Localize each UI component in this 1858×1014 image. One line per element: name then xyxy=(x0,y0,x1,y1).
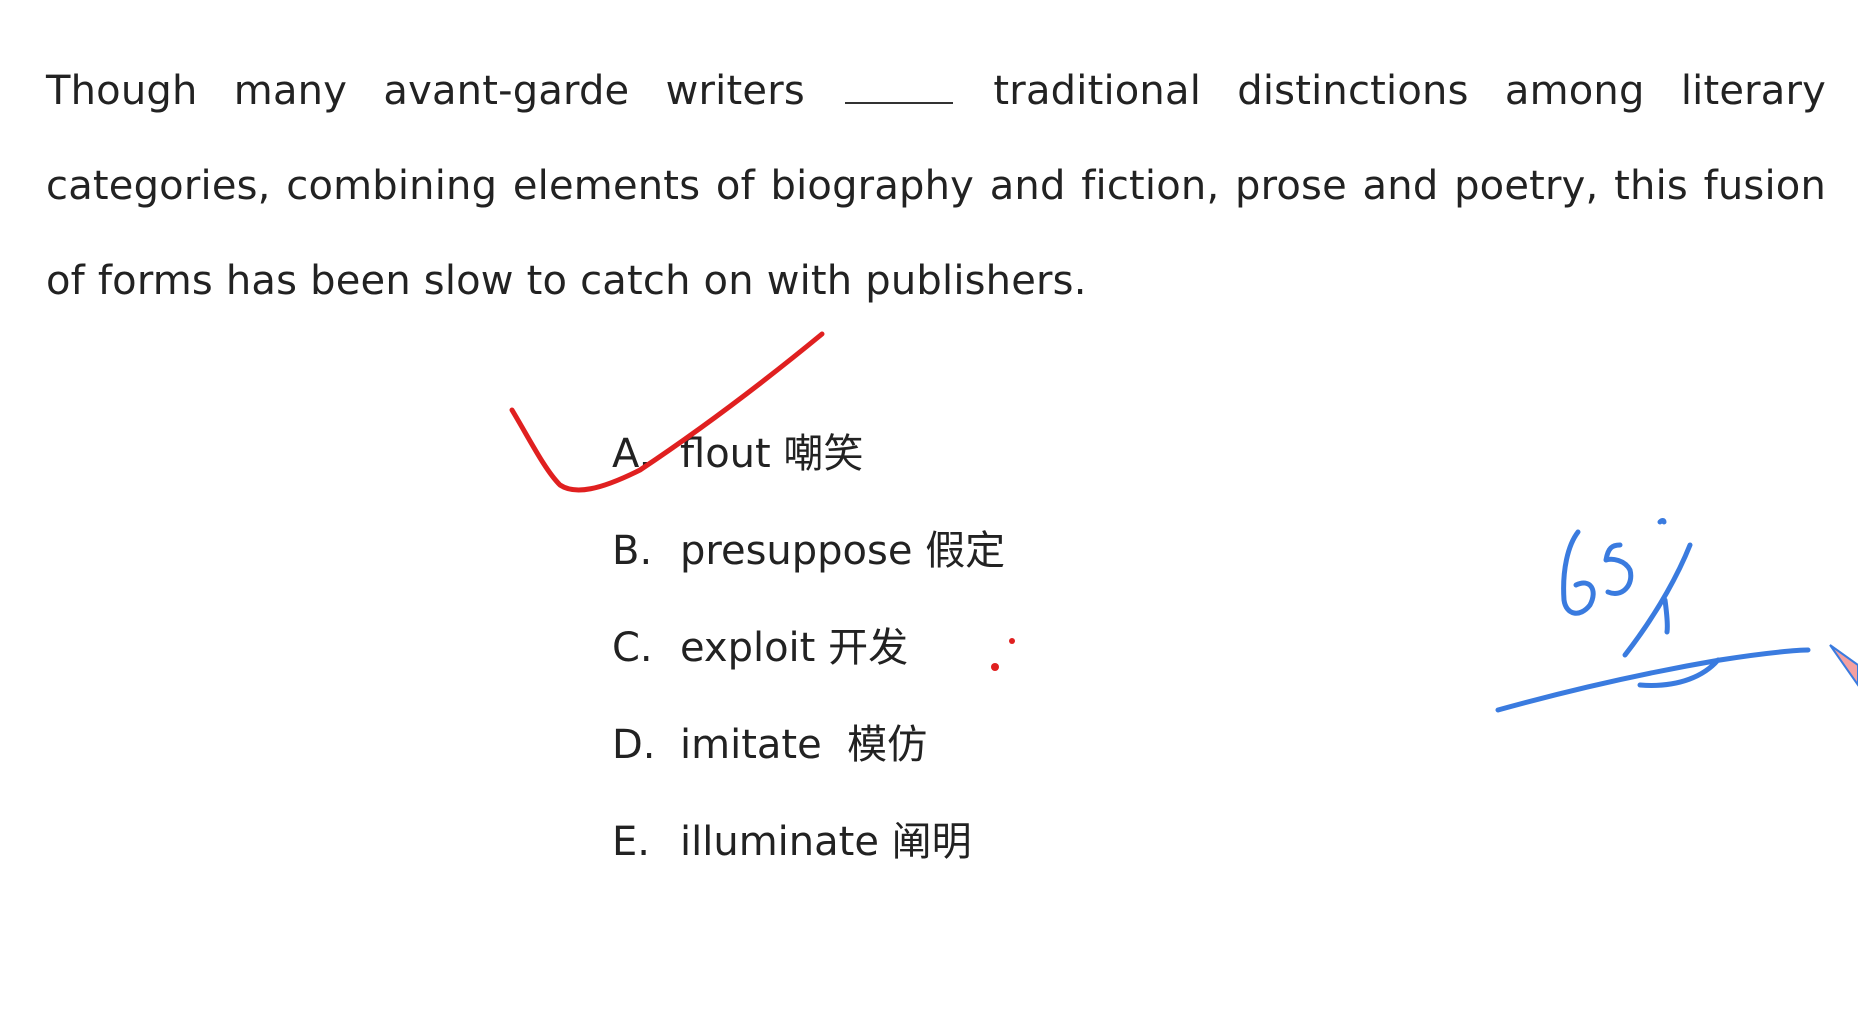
answer-blank xyxy=(845,92,954,104)
option-letter: B. xyxy=(612,528,653,574)
sentence-before-blank: Though many avant-garde writers xyxy=(46,68,805,114)
option-letter: A. xyxy=(612,431,652,477)
option-word: presuppose xyxy=(680,528,913,574)
handwritten-note: 65% xyxy=(1495,518,1811,713)
option-letter: D. xyxy=(612,722,656,768)
option-letter: C. xyxy=(612,625,653,671)
option-translation: 模仿 xyxy=(847,722,928,768)
option-translation: 嘲笑 xyxy=(783,431,864,477)
option-b[interactable]: B. presuppose 假定 xyxy=(612,517,1005,614)
option-word: flout xyxy=(680,431,771,477)
option-word: exploit xyxy=(680,625,816,671)
option-word: illuminate xyxy=(680,819,879,865)
option-d[interactable]: D. imitate 模仿 xyxy=(612,711,1005,808)
question-passage: Though many avant-garde writers traditio… xyxy=(46,44,1826,329)
red-dot xyxy=(1009,638,1015,644)
question-page: Though many avant-garde writers traditio… xyxy=(0,0,1858,1014)
option-c[interactable]: C. exploit 开发 xyxy=(612,614,1005,711)
option-letter: E. xyxy=(612,819,650,865)
option-word: imitate xyxy=(680,722,822,768)
pencil-cursor-icon xyxy=(1829,644,1858,687)
option-a[interactable]: A. flout 嘲笑 xyxy=(612,420,1005,517)
handwritten-note-text: 65% xyxy=(1560,599,1565,601)
option-translation: 开发 xyxy=(828,625,909,671)
answer-options: A. flout 嘲笑 B. presuppose 假定 C. exploit 开发 … xyxy=(612,420,1005,905)
option-translation: 阐明 xyxy=(891,819,972,865)
handwriting-strokes xyxy=(1495,518,1811,713)
option-translation: 假定 xyxy=(925,528,1006,574)
option-e[interactable]: E. illuminate 阐明 xyxy=(612,808,1005,905)
